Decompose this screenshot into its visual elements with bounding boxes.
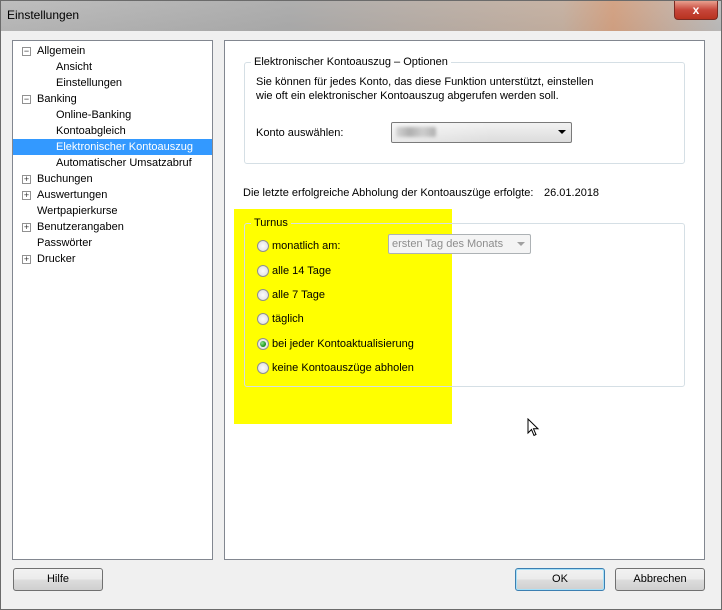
last-fetch-label: Die letzte erfolgreiche Abholung der Kon… [243, 187, 534, 199]
tree-item-label: Kontoabgleich [56, 125, 126, 137]
tree-item-elektronischer-kontoauszug[interactable]: Elektronischer Kontoauszug [13, 139, 212, 155]
combo-fade [392, 123, 492, 142]
tree-item-kontoabgleich[interactable]: Kontoabgleich [13, 123, 212, 139]
tree-item-buchungen[interactable]: + Buchungen [13, 171, 212, 187]
mouse-cursor-icon [527, 418, 540, 437]
tree-item-auswertungen[interactable]: + Auswertungen [13, 187, 212, 203]
collapse-icon[interactable]: − [22, 47, 31, 56]
radio-label-taeglich: täglich [272, 313, 304, 325]
options-group: Elektronischer Kontoauszug – Optionen Si… [244, 56, 685, 164]
expand-icon[interactable]: + [22, 191, 31, 200]
cancel-button[interactable]: Abbrechen [615, 568, 705, 591]
tree-item-label: Drucker [37, 253, 76, 265]
options-description-line2: wie oft ein elektronischer Kontoauszug a… [256, 90, 559, 102]
tree-item-label: Allgemein [37, 45, 86, 57]
collapse-icon[interactable]: − [22, 95, 31, 104]
tree-item-label: Benutzerangaben [37, 221, 124, 233]
help-button[interactable]: Hilfe [13, 568, 103, 591]
tree-item-label: Elektronischer Kontoauszug [56, 141, 193, 153]
chevron-down-icon [558, 130, 566, 134]
radio-label-monatlich: monatlich am: [272, 240, 341, 252]
tree-item-label: Einstellungen [56, 77, 123, 89]
account-select[interactable] [391, 122, 572, 143]
radio-alle-14-tage[interactable] [257, 265, 269, 277]
radio-label-alle-7-tage: alle 7 Tage [272, 289, 326, 301]
tree-item-online-banking[interactable]: Online-Banking [13, 107, 212, 123]
tree-item-label: Automatischer Umsatzabruf [56, 157, 192, 169]
tree-item-label: Passwörter [37, 237, 93, 249]
tree-item-label: Buchungen [37, 173, 93, 185]
tree-item-automatischer-umsatzabruf[interactable]: Automatischer Umsatzabruf [13, 155, 212, 171]
tree-item-label: Auswertungen [37, 189, 108, 201]
monthly-day-select[interactable]: ersten Tag des Monats [388, 234, 531, 254]
tree-item-wertpapierkurse[interactable]: Wertpapierkurse [13, 203, 212, 219]
tree-item-banking[interactable]: − Banking [13, 91, 212, 107]
account-label: Konto auswählen: [256, 127, 344, 139]
tree-item-label: Wertpapierkurse [37, 205, 118, 217]
options-description-line1: Sie können für jedes Konto, das diese Fu… [256, 76, 594, 88]
close-button[interactable]: x [674, 1, 718, 20]
tree-item-drucker[interactable]: + Drucker [13, 251, 212, 267]
expand-icon[interactable]: + [22, 223, 31, 232]
tree-item-label: Online-Banking [56, 109, 132, 121]
radio-keine-kontoauszuege[interactable] [257, 362, 269, 374]
tree-item-label: Banking [37, 93, 77, 105]
radio-alle-7-tage[interactable] [257, 289, 269, 301]
chevron-down-icon [517, 242, 525, 246]
tree-item-einstellungen[interactable]: Einstellungen [13, 75, 212, 91]
monthly-day-value: ersten Tag des Monats [392, 238, 504, 250]
tree-item-benutzerangaben[interactable]: + Benutzerangaben [13, 219, 212, 235]
title-bar[interactable]: Einstellungen x [1, 1, 721, 31]
settings-window: Einstellungen x − Allgemein Ansicht Eins… [0, 0, 722, 610]
options-group-title: Elektronischer Kontoauszug – Optionen [251, 56, 451, 68]
background-blur [1, 1, 721, 31]
last-fetch-date: 26.01.2018 [544, 187, 600, 199]
window-title: Einstellungen [7, 8, 80, 22]
radio-label-bei-jeder-kontoaktualisierung: bei jeder Kontoaktualisierung [272, 338, 414, 350]
radio-label-alle-14-tage: alle 14 Tage [272, 265, 332, 277]
settings-tree[interactable]: − Allgemein Ansicht Einstellungen − Bank… [12, 40, 213, 560]
turnus-group-title: Turnus [251, 217, 291, 229]
tree-item-ansicht[interactable]: Ansicht [13, 59, 212, 75]
radio-label-keine-kontoauszuege: keine Kontoauszüge abholen [272, 362, 414, 374]
ok-button[interactable]: OK [515, 568, 605, 591]
radio-bei-jeder-kontoaktualisierung[interactable] [257, 338, 269, 350]
close-icon: x [692, 3, 700, 17]
radio-taeglich[interactable] [257, 313, 269, 325]
expand-icon[interactable]: + [22, 175, 31, 184]
tree-item-passwoerter[interactable]: Passwörter [13, 235, 212, 251]
radio-monatlich[interactable] [257, 240, 269, 252]
tree-item-allgemein[interactable]: − Allgemein [13, 43, 212, 59]
expand-icon[interactable]: + [22, 255, 31, 264]
tree-item-label: Ansicht [56, 61, 93, 73]
